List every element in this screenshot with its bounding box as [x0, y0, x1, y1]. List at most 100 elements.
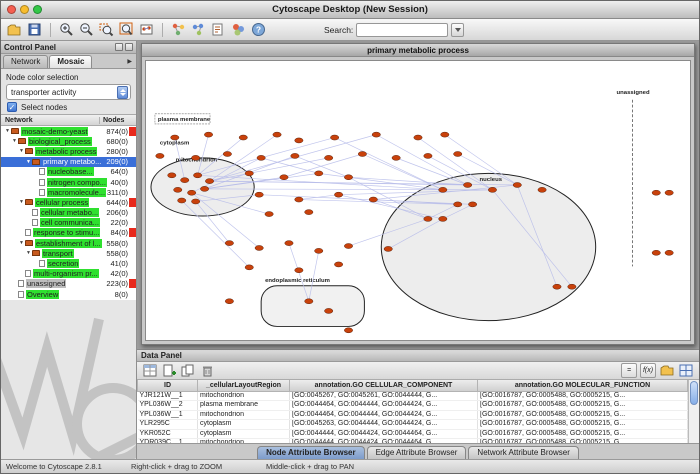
table-row[interactable]: YJR121W__1mitochondrion[GO:0045267, GO:0… [138, 391, 688, 401]
tree-row[interactable]: Overview8(0) [1, 289, 136, 299]
network-node[interactable] [257, 155, 265, 160]
scrollbar-thumb[interactable] [690, 381, 698, 405]
table-column-header[interactable]: _cellularLayoutRegion [198, 380, 290, 391]
network-node[interactable] [225, 241, 233, 246]
network-node[interactable] [665, 190, 673, 195]
tree-column-network[interactable]: Network [1, 117, 100, 124]
table-scrollbar[interactable] [688, 380, 699, 443]
table-cell[interactable]: [GO:0045263, GO:0044444, GO:0044424, G..… [290, 420, 478, 430]
network-node[interactable] [245, 171, 253, 176]
network-node[interactable] [344, 328, 352, 333]
network-node[interactable] [652, 190, 660, 195]
network-node[interactable] [223, 151, 231, 156]
network-node[interactable] [553, 284, 561, 289]
table-cell[interactable]: [GO:0044464, GO:0044444, GO:0044424, G..… [290, 410, 478, 420]
table-column-header[interactable]: annotation.GO CELLULAR_COMPONENT [290, 380, 478, 391]
table-cell[interactable]: [GO:0045267, GO:0045261, GO:0044444, G..… [290, 391, 478, 401]
network-node[interactable] [295, 138, 303, 143]
network-node[interactable] [538, 187, 546, 192]
zoom-window-button[interactable] [33, 5, 42, 14]
open-session-button[interactable] [5, 20, 24, 39]
table-cell[interactable]: mitochondrion [198, 410, 290, 420]
table-cell[interactable]: [GO:0044444, GO:0044424, GO:0044464, G..… [290, 429, 478, 439]
network-node[interactable] [344, 244, 352, 249]
search-options-button[interactable] [451, 23, 464, 37]
tree-row[interactable]: ▼biological_process680(0) [1, 136, 136, 146]
network-node[interactable] [414, 135, 422, 140]
network-node[interactable] [454, 202, 462, 207]
network-node[interactable] [187, 190, 195, 195]
tree-expander-icon[interactable]: ▼ [18, 199, 25, 205]
tree-row[interactable]: response to stimu...84(0) [1, 228, 136, 238]
table-cell[interactable]: YPL036W__1 [138, 410, 198, 420]
tree-row[interactable]: ▼primary metabo...209(0) [1, 157, 136, 167]
network-node[interactable] [295, 197, 303, 202]
network-node[interactable] [171, 135, 179, 140]
tree-expander-icon[interactable]: ▼ [4, 128, 11, 134]
network-node[interactable] [193, 173, 201, 178]
network-node[interactable] [239, 135, 247, 140]
equation-builder-button[interactable]: = [621, 363, 637, 378]
node-color-dropdown[interactable]: transporter activity [6, 84, 131, 100]
tree-row[interactable]: nitrogen compo...40(0) [1, 177, 136, 187]
network-node[interactable] [295, 268, 303, 273]
network-view-title[interactable]: primary metabolic process [142, 44, 694, 57]
tab-edge-attribute-browser[interactable]: Edge Attribute Browser [367, 446, 467, 459]
network-node[interactable] [205, 179, 213, 184]
select-attributes-button[interactable] [142, 363, 158, 378]
table-column-header[interactable]: annotation.GO MOLECULAR_FUNCTION [478, 380, 688, 391]
network-node[interactable] [156, 153, 164, 158]
network-node[interactable] [463, 182, 471, 187]
network-node[interactable] [344, 175, 352, 180]
tree-row[interactable]: secretion41(0) [1, 258, 136, 268]
network-node[interactable] [369, 197, 377, 202]
zoom-fit-button[interactable] [117, 20, 136, 39]
tree-row[interactable]: ▼cellular process644(0) [1, 197, 136, 207]
table-cell[interactable]: YJR121W__1 [138, 391, 198, 401]
network-node[interactable] [315, 248, 323, 253]
network-node[interactable] [424, 153, 432, 158]
table-row[interactable]: YKR052Ccytoplasm[GO:0044444, GO:0044424,… [138, 429, 688, 439]
network-node[interactable] [200, 186, 208, 191]
network-node[interactable] [392, 155, 400, 160]
network-node[interactable] [652, 250, 660, 255]
copy-attribute-button[interactable] [180, 363, 196, 378]
function-builder-button[interactable]: f(x) [640, 363, 656, 378]
table-row[interactable]: YLR295Ccytoplasm[GO:0045263, GO:0044444,… [138, 420, 688, 430]
tree-row[interactable]: ▼mosaic-demo-yeast874(0) [1, 126, 136, 136]
table-cell[interactable]: [GO:0016787, GO:0005488, GO:0005215, G..… [478, 429, 688, 439]
vizmapper-button[interactable] [229, 20, 248, 39]
search-input[interactable] [356, 23, 448, 37]
close-panel-button[interactable] [125, 43, 133, 51]
create-attribute-button[interactable] [161, 363, 177, 378]
table-cell[interactable]: YLR295C [138, 420, 198, 430]
annotations-button[interactable] [209, 20, 228, 39]
table-row[interactable]: YPL036W__1mitochondrion[GO:0044464, GO:0… [138, 410, 688, 420]
tree-expander-icon[interactable]: ▼ [18, 148, 25, 154]
tree-row[interactable]: ▼establishment of l...558(0) [1, 238, 136, 248]
show-graphics-details-button[interactable] [137, 20, 156, 39]
minimize-window-button[interactable] [20, 5, 29, 14]
network-canvas[interactable]: plasma membranecytoplasmmitochondrionnuc… [145, 60, 691, 341]
tree-row[interactable]: ▼metabolic process280(0) [1, 146, 136, 156]
network-node[interactable] [488, 187, 496, 192]
table-cell[interactable]: [GO:0016787, GO:0005488, GO:0005215, G..… [478, 401, 688, 411]
tree-row[interactable]: unassigned223(0) [1, 279, 136, 289]
tree-expander-icon[interactable]: ▼ [25, 250, 32, 256]
table-cell[interactable]: [GO:0016787, GO:0005488, GO:0005215, G..… [478, 391, 688, 401]
network-node[interactable] [568, 284, 576, 289]
zoom-in-button[interactable] [57, 20, 76, 39]
network-node[interactable] [285, 241, 293, 246]
network-node[interactable] [273, 132, 281, 137]
zoom-out-button[interactable] [77, 20, 96, 39]
select-nodes-checkbox[interactable]: ✓ [7, 102, 17, 112]
tree-column-nodes[interactable]: Nodes [100, 117, 136, 124]
tab-network-attribute-browser[interactable]: Network Attribute Browser [468, 446, 578, 459]
tab-network[interactable]: Network [3, 55, 48, 68]
tree-row[interactable]: multi-organism pr...42(0) [1, 269, 136, 279]
table-cell[interactable]: cytoplasm [198, 429, 290, 439]
float-panel-button[interactable] [115, 43, 123, 51]
network-node[interactable] [178, 198, 186, 203]
network-view-frame[interactable]: primary metabolic process plasma membran… [141, 43, 695, 345]
table-cell[interactable]: plasma membrane [198, 401, 290, 411]
